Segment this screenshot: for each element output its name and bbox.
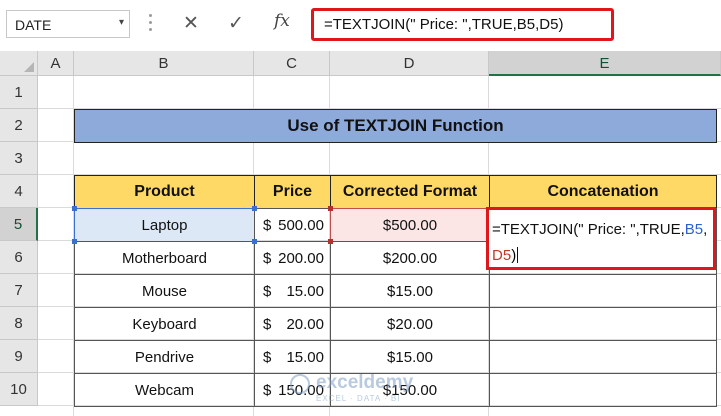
row-header-9[interactable]: 9: [0, 340, 38, 373]
cell-b10[interactable]: Webcam: [74, 373, 255, 407]
price-symbol: $: [263, 315, 272, 333]
cell-c5[interactable]: $500.00: [254, 208, 331, 242]
row-header-3[interactable]: 3: [0, 142, 38, 175]
column-header-d[interactable]: D: [330, 51, 489, 76]
name-box-value: DATE: [15, 17, 52, 33]
price-value: 200.00: [278, 249, 324, 267]
cell-c9[interactable]: $15.00: [254, 340, 331, 374]
close-icon[interactable]: ✕: [183, 12, 199, 35]
exceldemy-logo-icon: [290, 374, 310, 394]
text-cursor: [517, 247, 519, 263]
range-handle-icon[interactable]: [328, 239, 333, 244]
row-header-5[interactable]: 5: [0, 208, 38, 241]
editor-comma: ,: [703, 221, 708, 238]
price-value: 15.00: [286, 282, 324, 300]
editor-line-2: D5): [492, 247, 519, 264]
row-header-6[interactable]: 6: [0, 241, 38, 274]
row-header-10[interactable]: 10: [0, 373, 38, 406]
price-value: 500.00: [278, 216, 324, 234]
range-handle-icon[interactable]: [328, 206, 333, 211]
cell-b7[interactable]: Mouse: [74, 274, 255, 308]
column-header-e[interactable]: E: [489, 51, 721, 76]
column-header-c[interactable]: C: [254, 51, 330, 76]
editor-text: =TEXTJOIN(" Price: ",TRUE,: [492, 221, 685, 238]
range-handle-icon[interactable]: [252, 206, 257, 211]
header-concatenation[interactable]: Concatenation: [489, 175, 717, 209]
cell-c7[interactable]: $15.00: [254, 274, 331, 308]
cell-b5[interactable]: Laptop: [74, 208, 255, 242]
cell-c8[interactable]: $20.00: [254, 307, 331, 341]
cell-d9[interactable]: $15.00: [330, 340, 490, 374]
cell-d6[interactable]: $200.00: [330, 241, 490, 275]
cell-e9[interactable]: [489, 340, 717, 374]
cell-c6[interactable]: $200.00: [254, 241, 331, 275]
checkmark-icon[interactable]: ✓: [228, 12, 244, 35]
header-price[interactable]: Price: [254, 175, 331, 209]
watermark-tagline: EXCEL · DATA · BI: [316, 394, 401, 403]
column-header-b[interactable]: B: [74, 51, 254, 76]
formula-input[interactable]: =TEXTJOIN(" Price: ",TRUE,B5,D5): [311, 8, 614, 41]
row-header-1[interactable]: 1: [0, 76, 38, 109]
formula-text: =TEXTJOIN(" Price: ",TRUE,B5,D5): [324, 16, 564, 33]
sheet-title[interactable]: Use of TEXTJOIN Function: [74, 109, 717, 143]
drag-handle-icon[interactable]: [149, 14, 152, 34]
cell-e7[interactable]: [489, 274, 717, 308]
price-value: 20.00: [286, 315, 324, 333]
select-all-triangle-icon: [24, 62, 34, 72]
formula-bar-area: DATE ▾ ✕ ✓ fx =TEXTJOIN(" Price: ",TRUE,…: [0, 0, 721, 51]
watermark-name: exceldemy: [316, 372, 414, 393]
header-product[interactable]: Product: [74, 175, 255, 209]
price-symbol: $: [263, 348, 272, 366]
range-handle-icon[interactable]: [72, 206, 77, 211]
active-cell-editor[interactable]: =TEXTJOIN(" Price: ",TRUE,B5, D5): [486, 207, 716, 270]
price-symbol: $: [263, 381, 272, 399]
row-header-8[interactable]: 8: [0, 307, 38, 340]
price-symbol: $: [263, 216, 272, 234]
header-corrected-format[interactable]: Corrected Format: [330, 175, 490, 209]
column-header-a[interactable]: A: [38, 51, 74, 76]
cell-b9[interactable]: Pendrive: [74, 340, 255, 374]
chevron-down-icon[interactable]: ▾: [119, 17, 124, 28]
price-value: 15.00: [286, 348, 324, 366]
range-handle-icon[interactable]: [72, 239, 77, 244]
cell-b6[interactable]: Motherboard: [74, 241, 255, 275]
row-header-7[interactable]: 7: [0, 274, 38, 307]
cell-d7[interactable]: $15.00: [330, 274, 490, 308]
function-icon[interactable]: fx: [274, 11, 290, 31]
price-symbol: $: [263, 282, 272, 300]
cell-e10[interactable]: [489, 373, 717, 407]
cell-d5[interactable]: $500.00: [330, 208, 490, 242]
name-box[interactable]: DATE ▾: [6, 10, 130, 38]
editor-close-paren: ): [511, 247, 517, 264]
reference-d5: D5: [492, 247, 512, 264]
price-symbol: $: [263, 249, 272, 267]
cell-e8[interactable]: [489, 307, 717, 341]
cell-d8[interactable]: $20.00: [330, 307, 490, 341]
row-header-2[interactable]: 2: [0, 109, 38, 142]
range-handle-icon[interactable]: [252, 239, 257, 244]
row-header-4[interactable]: 4: [0, 175, 38, 208]
reference-b5: B5: [684, 221, 704, 238]
editor-line-1: =TEXTJOIN(" Price: ",TRUE,B5,: [492, 221, 707, 238]
cell-b8[interactable]: Keyboard: [74, 307, 255, 341]
